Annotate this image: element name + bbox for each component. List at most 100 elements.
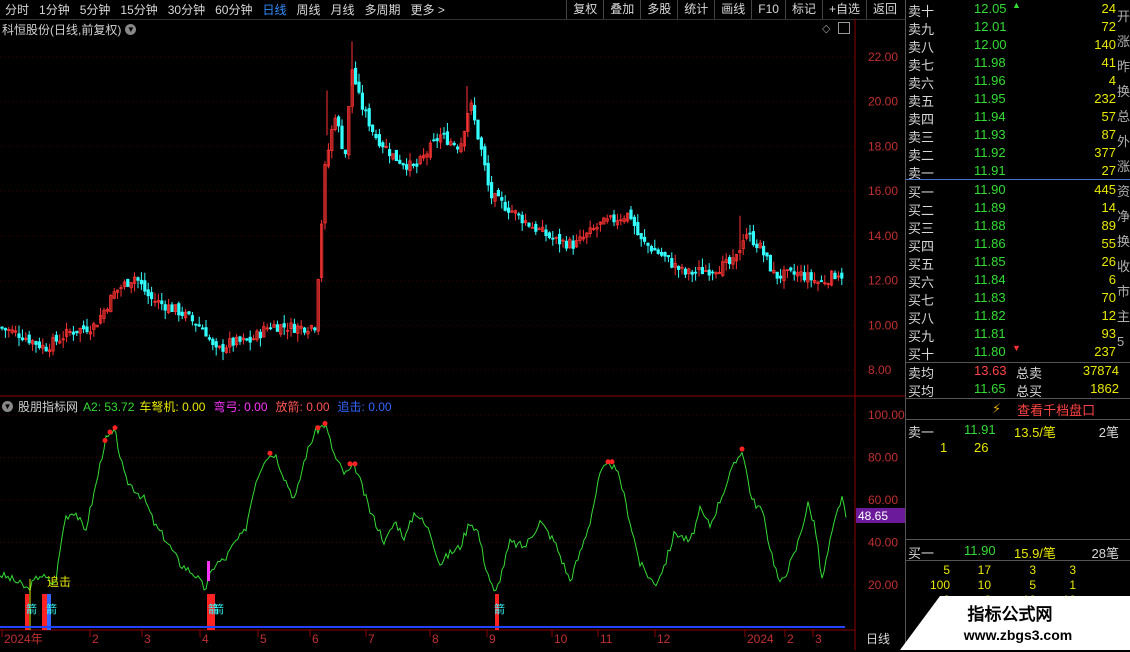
arrow-down-icon: ▼ <box>1012 343 1021 353</box>
ask-row[interactable]: 卖五 11.95 232 <box>906 90 1116 109</box>
y-tick-label: 14.00 <box>868 229 898 243</box>
bid-row[interactable]: 买一 11.90 445 <box>906 181 1116 200</box>
x-tick-label: 7 <box>368 632 375 646</box>
candle-body <box>126 279 130 287</box>
candle-body <box>394 149 399 162</box>
divider <box>906 539 1130 540</box>
x-tick-label: 11 <box>600 632 613 646</box>
indicator-name: 股朋指标网 <box>18 400 79 414</box>
indicator-values: 车弩机: 0.00 弯弓: 0.00 放箭: 0.00 追击: 0.00 <box>139 398 391 415</box>
bid-row[interactable]: 买二 11.89 14 <box>906 199 1116 218</box>
bid-queue-cell: 10 <box>977 578 991 592</box>
candle-body <box>136 277 140 281</box>
candle-body <box>683 268 688 275</box>
peak-marker <box>739 446 745 452</box>
candle-body <box>476 119 480 140</box>
ask-row[interactable]: 卖六 11.96 4 <box>906 72 1116 91</box>
ask-row[interactable]: 卖七 11.98 41 <box>906 54 1116 73</box>
period-tab-4[interactable]: 30分钟 <box>163 1 210 18</box>
candle-body <box>146 289 150 297</box>
candle-body <box>401 163 405 166</box>
summary-row: 买均 11.65 总买 1862 <box>908 381 1119 399</box>
period-tab-6[interactable]: 日线 <box>257 1 291 18</box>
action-button-8[interactable]: 返回 <box>865 0 903 19</box>
candle-body <box>833 272 837 280</box>
bid-row[interactable]: 买七 11.83 70 <box>906 289 1116 308</box>
ask-row[interactable]: 卖八 12.00 140 <box>906 36 1116 55</box>
bid-row[interactable]: 买八 11.82 12 <box>906 307 1116 326</box>
period-tab-1[interactable]: 1分钟 <box>34 1 75 18</box>
level-volume: 93 <box>1101 326 1116 341</box>
candle-body <box>302 327 307 333</box>
x-tick-label: 5 <box>260 632 267 646</box>
annotation-zhuiji: 追击 <box>47 574 71 589</box>
candle-body <box>612 214 616 223</box>
level-volume: 445 <box>1094 182 1116 197</box>
action-button-0[interactable]: 复权 <box>566 0 603 19</box>
ask-row[interactable]: 卖四 11.94 57 <box>906 108 1116 127</box>
action-button-7[interactable]: +自选 <box>821 0 866 19</box>
x-tick-label: 3 <box>144 632 151 646</box>
window-icon[interactable] <box>838 22 850 34</box>
level-price: 11.95 <box>974 91 1006 106</box>
period-tab-3[interactable]: 15分钟 <box>115 1 162 18</box>
level-price: 11.90 <box>974 182 1006 197</box>
y-tick-label: 18.00 <box>868 139 898 153</box>
bid-queue-cell: 17 <box>977 563 991 577</box>
bid-row[interactable]: 买三 11.88 89 <box>906 217 1116 236</box>
watermark-logo: 指标公式网 www.zbgs3.com <box>900 596 1130 650</box>
candle-body <box>20 337 25 341</box>
level-volume: 232 <box>1094 91 1116 106</box>
candle-body <box>44 346 48 352</box>
candle-body <box>636 221 640 236</box>
candle-body <box>649 246 654 252</box>
action-button-2[interactable]: 多股 <box>640 0 677 19</box>
candle-body <box>214 341 218 348</box>
action-button-1[interactable]: 叠加 <box>603 0 640 19</box>
chart-area[interactable]: 22.00 20.00 18.00 16.00 14.00 12.00 10.00 8.00 1… <box>0 19 905 650</box>
bid-row[interactable]: 买五 11.85 26 <box>906 253 1116 272</box>
bid-row[interactable]: 买四 11.86 55 <box>906 235 1116 254</box>
candle-body <box>632 216 637 226</box>
chevron-down-icon[interactable]: ▼ <box>125 24 137 35</box>
bid-row[interactable]: 买九 11.81 93 <box>906 325 1116 344</box>
period-label[interactable]: 日线 <box>866 632 890 646</box>
period-tab-7[interactable]: 周线 <box>291 1 325 18</box>
ask1-queue: 1 26 <box>940 440 989 455</box>
period-tab-8[interactable]: 月线 <box>326 1 360 18</box>
candle-body <box>748 232 752 235</box>
candle-body <box>530 226 535 229</box>
period-tab-10[interactable]: 更多 > <box>406 1 450 18</box>
x-tick-label: 3 <box>815 632 822 646</box>
action-button-3[interactable]: 统计 <box>677 0 714 19</box>
action-button-5[interactable]: F10 <box>751 0 785 19</box>
period-tab-0[interactable]: 分时 <box>0 1 34 18</box>
ask-row[interactable]: 卖三 11.93 87 <box>906 126 1116 145</box>
order-book-panel: 卖十 12.05 24 ▲ 卖九 12.01 72 卖八 12.00 140 卖七 11.98 41 卖六… <box>905 0 1130 652</box>
period-tab-2[interactable]: 5分钟 <box>75 1 116 18</box>
action-button-6[interactable]: 标记 <box>784 0 822 19</box>
ask-row[interactable]: 卖二 11.92 377 <box>906 144 1116 163</box>
level-volume: 237 <box>1094 344 1116 359</box>
divider <box>906 179 1130 180</box>
ask-row[interactable]: 卖九 12.01 72 <box>906 18 1116 37</box>
peak-marker <box>347 461 353 467</box>
bid-queue-cell: 5 <box>1029 578 1036 592</box>
candle-body <box>360 92 365 110</box>
candle-body <box>404 164 409 170</box>
ask-row[interactable]: 卖十 12.05 24 ▲ <box>906 0 1116 19</box>
candle-body <box>357 81 361 93</box>
period-tab-9[interactable]: 多周期 <box>360 1 406 18</box>
candle-body <box>775 271 779 279</box>
period-tab-5[interactable]: 60分钟 <box>210 1 257 18</box>
chevron-down-icon[interactable]: ▼ <box>2 401 13 412</box>
bid-row[interactable]: 买六 11.84 6 <box>906 271 1116 290</box>
candle-body <box>204 327 208 337</box>
bid-row[interactable]: 买十 11.80 237 ▼ <box>906 343 1116 362</box>
depth-button[interactable]: ⚡ 查看千档盘口 <box>992 400 1095 418</box>
indicator-item-1: 弯弓: 0.00 <box>213 400 268 414</box>
ask-row[interactable]: 卖一 11.91 27 <box>906 162 1116 181</box>
action-button-4[interactable]: 画线 <box>714 0 751 19</box>
candle-body <box>809 272 813 281</box>
diamond-icon[interactable]: ◇ <box>822 22 830 35</box>
